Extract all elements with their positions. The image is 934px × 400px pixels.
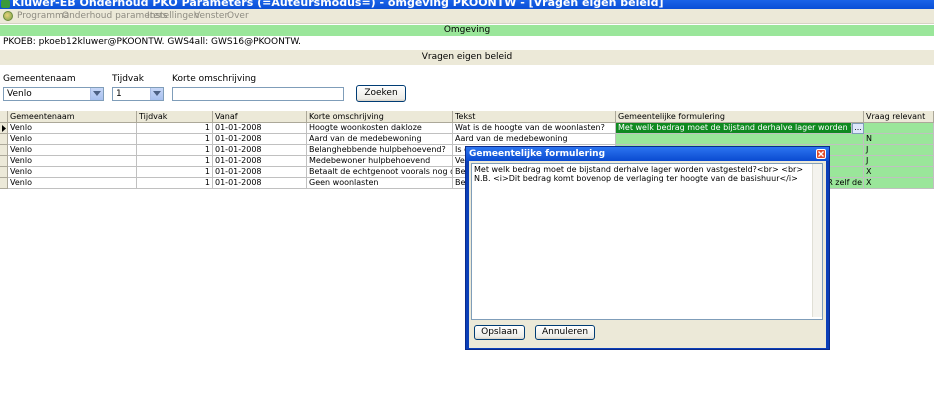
row-selector[interactable] <box>0 156 8 167</box>
column-header-tijdvak[interactable]: Tijdvak <box>137 111 213 123</box>
section-title: Vragen eigen beleid <box>0 50 934 65</box>
cell-gemeentenaam[interactable]: Venlo <box>8 123 137 134</box>
gemeentenaam-value: Venlo <box>7 89 32 99</box>
row-selector[interactable] <box>0 167 8 178</box>
window-titlebar: Kluwer-EB Onderhoud PKO Parameters (=Aut… <box>0 0 934 9</box>
cell-gemeentelijke-formulering[interactable]: Met welk bedrag moet de bijstand derhalv… <box>616 123 852 134</box>
ellipsis-button-icon[interactable]: ... <box>852 123 864 134</box>
column-header-gemeentelijke-formulering[interactable]: Gemeentelijke formulering <box>616 111 864 123</box>
cell-gemeentenaam[interactable]: Venlo <box>8 156 137 167</box>
tijdvak-value: 1 <box>116 89 122 99</box>
tijdvak-label: Tijdvak <box>112 74 144 84</box>
table-row[interactable]: Venlo 1 01-01-2008 Aard van de medebewon… <box>0 134 934 145</box>
cell-tekst[interactable]: Wat is de hoogte van de woonlasten? <box>453 123 616 134</box>
cell-vraag-relevant[interactable] <box>864 123 934 134</box>
row-selector[interactable] <box>0 134 8 145</box>
cell-vraag-relevant[interactable]: X <box>864 167 934 178</box>
zoeken-button[interactable]: Zoeken <box>356 85 406 102</box>
formulering-textarea[interactable]: Met welk bedrag moet de bijstand derhalv… <box>471 163 823 320</box>
textarea-scrollbar[interactable] <box>812 164 822 317</box>
cell-vraag-relevant[interactable]: J <box>864 145 934 156</box>
cell-korte-omschrijving[interactable]: Aard van de medebewoning <box>307 134 453 145</box>
cell-korte-omschrijving[interactable]: Belanghebbende hulpbehoevend? <box>307 145 453 156</box>
window-title: Kluwer-EB Onderhoud PKO Parameters (=Aut… <box>12 0 664 9</box>
menu-over[interactable]: Over <box>227 11 249 21</box>
dialog-body: Met welk bedrag moet de bijstand derhalv… <box>469 161 826 348</box>
row-selector[interactable] <box>0 123 8 134</box>
cell-vraag-relevant[interactable]: X <box>864 178 934 189</box>
chevron-down-icon[interactable] <box>90 88 103 100</box>
cell-korte-omschrijving[interactable]: Betaalt de echtgenoot voorals nog de woo… <box>307 167 453 178</box>
table-row[interactable]: Venlo 1 01-01-2008 Hoogte woonkosten dak… <box>0 123 934 134</box>
korte-omschrijving-input[interactable] <box>172 87 344 101</box>
gemeentelijke-formulering-dialog: Gemeentelijke formulering Met welk bedra… <box>465 146 830 350</box>
menubar: Programma Onderhoud parameters Instellin… <box>0 9 934 24</box>
cell-gemeentelijke-formulering[interactable] <box>616 134 864 145</box>
cell-vraag-relevant[interactable]: J <box>864 156 934 167</box>
cell-korte-omschrijving[interactable]: Medebewoner hulpbehoevend <box>307 156 453 167</box>
row-selector[interactable] <box>0 145 8 156</box>
column-header-tekst[interactable]: Tekst <box>453 111 616 123</box>
column-header-gemeentenaam[interactable]: Gemeentenaam <box>8 111 137 123</box>
cell-vanaf[interactable]: 01-01-2008 <box>213 167 307 178</box>
app-logo-icon <box>1 0 10 8</box>
tijdvak-select[interactable]: 1 <box>112 87 164 101</box>
cell-vanaf[interactable]: 01-01-2008 <box>213 145 307 156</box>
gemeentenaam-label: Gemeentenaam <box>3 74 76 84</box>
cell-korte-omschrijving[interactable]: Geen woonlasten <box>307 178 453 189</box>
cell-tijdvak[interactable]: 1 <box>137 178 213 189</box>
app-logo-icon[interactable] <box>3 11 13 21</box>
gemeentenaam-select[interactable]: Venlo <box>3 87 104 101</box>
chevron-down-icon[interactable] <box>150 88 163 100</box>
grid-corner <box>0 111 8 123</box>
close-icon[interactable] <box>816 149 826 159</box>
cell-gemeentenaam[interactable]: Venlo <box>8 145 137 156</box>
cell-vanaf[interactable]: 01-01-2008 <box>213 123 307 134</box>
cell-gemeentenaam[interactable]: Venlo <box>8 134 137 145</box>
cell-vanaf[interactable]: 01-01-2008 <box>213 156 307 167</box>
omgeving-connection-text: PKOEB: pkoeb12kluwer@PKOONTW. GWS4all: G… <box>0 36 934 48</box>
cell-tijdvak[interactable]: 1 <box>137 134 213 145</box>
cell-tijdvak[interactable]: 1 <box>137 145 213 156</box>
column-header-vraag-relevant[interactable]: Vraag relevant <box>864 111 934 123</box>
column-header-vanaf[interactable]: Vanaf <box>213 111 307 123</box>
column-header-korte-omschrijving[interactable]: Korte omschrijving <box>307 111 453 123</box>
menu-venster[interactable]: Venster <box>194 11 228 21</box>
cell-korte-omschrijving[interactable]: Hoogte woonkosten dakloze <box>307 123 453 134</box>
cell-gemeentenaam[interactable]: Venlo <box>8 167 137 178</box>
cell-tijdvak[interactable]: 1 <box>137 156 213 167</box>
omgeving-header: Omgeving <box>0 25 934 36</box>
cell-vanaf[interactable]: 01-01-2008 <box>213 134 307 145</box>
row-pointer-icon <box>2 125 6 132</box>
cell-vraag-relevant[interactable]: N <box>864 134 934 145</box>
menu-instellingen[interactable]: Instellingen <box>147 11 199 21</box>
cell-tijdvak[interactable]: 1 <box>137 123 213 134</box>
cell-gemeentenaam[interactable]: Venlo <box>8 178 137 189</box>
cell-vanaf[interactable]: 01-01-2008 <box>213 178 307 189</box>
opslaan-button[interactable]: Opslaan <box>474 325 525 340</box>
dialog-title: Gemeentelijke formulering <box>466 147 829 161</box>
cell-tekst[interactable]: Aard van de medebewoning <box>453 134 616 145</box>
annuleren-button[interactable]: Annuleren <box>535 325 595 340</box>
korte-omschrijving-label: Korte omschrijving <box>172 74 257 84</box>
cell-tijdvak[interactable]: 1 <box>137 167 213 178</box>
row-selector[interactable] <box>0 178 8 189</box>
